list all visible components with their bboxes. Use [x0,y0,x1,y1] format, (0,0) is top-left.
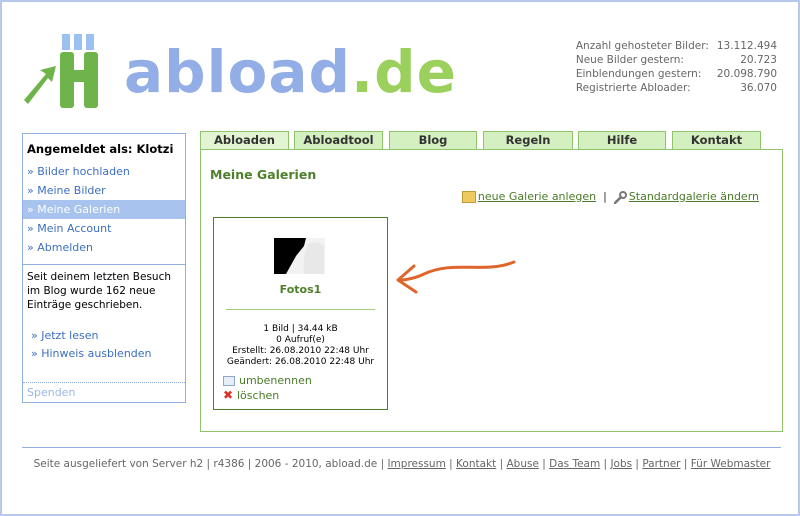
donate-link[interactable]: Spenden [23,382,185,402]
footer-link-jobs[interactable]: Jobs [610,458,632,470]
page-frame: abload.de Anzahl gehosteter Bilder: 13.11… [0,0,800,516]
sidebar-item-logout[interactable]: » Abmelden [23,238,185,257]
default-gallery-link[interactable]: Standardgalerie ändern [629,190,759,203]
footer-link-partner[interactable]: Partner [642,458,680,470]
gallery-name[interactable]: Fotos1 [214,283,387,296]
rename-action[interactable]: umbenennen [223,374,312,388]
annotation-arrow-icon [396,260,516,294]
footer-divider [22,447,781,448]
footer-link-webmaster[interactable]: Für Webmaster [691,458,771,470]
footer-text: Seite ausgeliefert von Server h2 | r4386… [33,458,385,470]
footer-link-impressum[interactable]: Impressum [387,458,445,470]
rename-label: umbenennen [239,374,312,387]
tab-abloadtool[interactable]: Abloadtool [294,131,383,149]
read-now-link[interactable]: » Jetzt lesen [23,327,185,345]
delete-label: löschen [237,389,280,402]
footer-link-team[interactable]: Das Team [549,458,600,470]
new-gallery-link[interactable]: neue Galerie anlegen [478,190,596,203]
site-footer: Seite ausgeliefert von Server h2 | r4386… [33,458,771,470]
gallery-item-actions: umbenennen ✖ löschen [223,374,312,403]
new-folder-icon [461,191,476,203]
sidebar-item-account[interactable]: » Mein Account [23,219,185,238]
tab-abloaden[interactable]: Abloaden [200,131,289,149]
thumbnail-image [274,238,325,274]
sidebar-item-my-images[interactable]: » Meine Bilder [23,181,185,200]
login-status: Angemeldet als: Klotzi [27,142,174,156]
blog-notice: Seit deinem letzten Besuch im Blog wurde… [27,271,172,311]
logo-mark-icon [24,34,98,108]
stat-row: Registrierte Abloader: 36.070 [575,82,777,94]
gallery-thumbnail[interactable] [274,238,325,274]
tab-kontakt[interactable]: Kontakt [672,131,761,149]
footer-link-kontakt[interactable]: Kontakt [456,458,496,470]
tab-hilfe[interactable]: Hilfe [578,131,666,149]
delete-action[interactable]: ✖ löschen [223,388,312,403]
logo-wordmark: abload.de [124,38,457,106]
stat-row: Anzahl gehosteter Bilder: 13.112.494 [575,40,777,52]
wrench-icon [613,190,627,204]
gallery-divider [226,309,375,310]
gallery-info: 1 Bild | 34.44 kB 0 Aufruf(e) Erstellt: … [226,324,375,367]
hide-notice-link[interactable]: » Hinweis ausblenden [23,345,185,363]
gallery-actions: neue Galerie anlegen | Standardgalerie ä… [461,190,759,204]
tab-regeln[interactable]: Regeln [483,131,573,149]
site-stats: Anzahl gehosteter Bilder: 13.112.494 Neue… [576,40,777,96]
page-title: Meine Galerien [210,167,317,182]
footer-link-abuse[interactable]: Abuse [506,458,538,470]
sidebar-item-upload[interactable]: » Bilder hochladen [23,162,185,181]
delete-icon: ✖ [223,388,234,402]
stat-row: Einblendungen gestern: 20.098.790 [575,68,777,80]
site-logo[interactable]: abload.de [20,30,456,120]
sidebar: Angemeldet als: Klotzi » Bilder hochlade… [22,133,186,403]
sidebar-item-my-galleries[interactable]: » Meine Galerien [23,200,185,219]
stat-row: Neue Bilder gestern: 20.723 [575,54,777,66]
action-separator: | [603,190,607,203]
gallery-card: Fotos1 1 Bild | 34.44 kB 0 Aufruf(e) Ers… [213,217,388,410]
rename-icon [223,376,235,386]
tab-blog[interactable]: Blog [389,131,477,149]
